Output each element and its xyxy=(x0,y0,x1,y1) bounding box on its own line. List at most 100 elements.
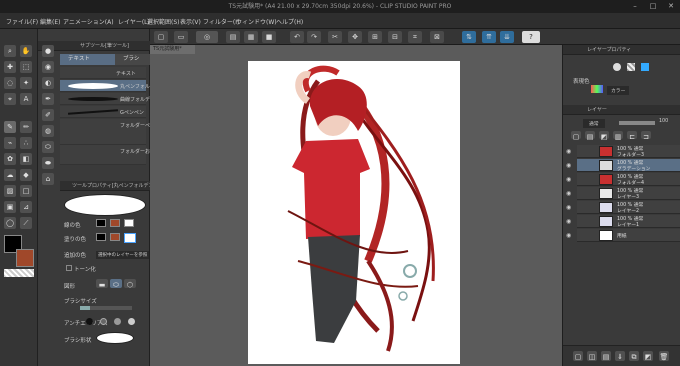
blend-icon[interactable]: ☁ xyxy=(4,169,16,181)
opacity-value[interactable]: 100 xyxy=(659,119,668,124)
layer-row[interactable]: ◉ 用紙 xyxy=(566,229,680,242)
crop-icon[interactable]: ⌗ xyxy=(408,31,422,43)
antialias-strong-icon[interactable] xyxy=(128,318,135,325)
visibility-eye-icon[interactable]: ◉ xyxy=(566,176,571,183)
layer-row[interactable]: ◉ 100 % 通常 フォルダー4 xyxy=(566,173,680,186)
menu-edit[interactable]: 編集(E) xyxy=(40,17,60,26)
fill-color-swatch[interactable] xyxy=(96,233,106,241)
menu-layer[interactable]: レイヤー(L) xyxy=(118,17,150,26)
timeline-icon[interactable]: ⇅ xyxy=(462,31,476,43)
shape-ellipse-icon[interactable]: ⬭ xyxy=(110,279,122,289)
lasso-icon[interactable]: ◌ xyxy=(4,77,16,89)
open-icon[interactable]: ▭ xyxy=(174,31,188,43)
layer-row[interactable]: ◉ 100 % 通常 レイヤー1 xyxy=(566,215,680,228)
brush-item-curve[interactable]: 曲線フォルデン xyxy=(60,93,155,105)
brush-size-slider[interactable] xyxy=(80,306,132,310)
sub-color-swatch[interactable] xyxy=(16,249,34,267)
tab-text[interactable]: テキスト xyxy=(60,54,115,65)
minimize-button[interactable]: – xyxy=(626,0,644,13)
deselect-icon[interactable]: ✂ xyxy=(328,31,342,43)
brush-shape-preview[interactable] xyxy=(96,332,134,344)
duplicate-icon[interactable]: ⧉ xyxy=(629,351,639,361)
fill-icon[interactable]: ◆ xyxy=(20,169,32,181)
new-raster-layer-icon[interactable]: ▢ xyxy=(573,351,583,361)
download-icon[interactable]: ⇊ xyxy=(500,31,514,43)
pen-tool-icon[interactable]: ✎ xyxy=(4,121,16,133)
layer-color-icon[interactable] xyxy=(641,63,649,71)
balloon-icon[interactable]: ◯ xyxy=(4,217,16,229)
figure-icon[interactable]: □ xyxy=(20,185,32,197)
decoration-icon[interactable]: ✿ xyxy=(4,153,16,165)
tone-effect-icon[interactable] xyxy=(627,63,635,71)
tone-checkbox[interactable] xyxy=(66,265,72,271)
brush-item-round[interactable]: 丸ペンフォルデン xyxy=(60,80,160,92)
antialias-mid-icon[interactable] xyxy=(114,318,121,325)
invert-icon[interactable]: ✥ xyxy=(348,31,362,43)
correct-line-icon[interactable]: ⟋ xyxy=(20,217,32,229)
clip-icon[interactable]: ⊏ xyxy=(627,131,637,141)
trash-icon[interactable]: 🗑 xyxy=(659,351,669,361)
tone-icon[interactable]: ⊠ xyxy=(430,31,444,43)
new-layer-icon[interactable]: ▢ xyxy=(571,131,581,141)
lock-icon[interactable]: ▥ xyxy=(613,131,623,141)
move-tool-icon[interactable]: ✚ xyxy=(4,61,16,73)
reference-icon[interactable]: ⊐ xyxy=(641,131,651,141)
auto-select-icon[interactable]: ✦ xyxy=(20,77,32,89)
canvas-page[interactable] xyxy=(248,61,460,364)
fill-bg-color-swatch[interactable] xyxy=(124,233,136,243)
sub-brush-icon-c[interactable]: ✒ xyxy=(42,93,54,105)
visibility-eye-icon[interactable]: ◉ xyxy=(566,148,571,155)
clear-icon[interactable]: ■ xyxy=(262,31,276,43)
frame-icon[interactable]: ▣ xyxy=(4,201,16,213)
undo-icon[interactable]: ↶ xyxy=(290,31,304,43)
transform-icon[interactable]: ▦ xyxy=(244,31,258,43)
opacity-slider[interactable] xyxy=(619,121,655,125)
visibility-eye-icon[interactable]: ◉ xyxy=(566,204,571,211)
layer-row[interactable]: ◉ 100 % 通常 レイヤー3 xyxy=(566,187,680,200)
blend-mode-select[interactable]: 通常 xyxy=(583,119,605,128)
redo-icon[interactable]: ↷ xyxy=(307,31,321,43)
line-bg-color-swatch[interactable] xyxy=(124,219,134,227)
upload-icon[interactable]: ⇈ xyxy=(482,31,496,43)
cloud-icon[interactable]: ◎ xyxy=(196,31,218,43)
folder-icon[interactable]: ▤ xyxy=(601,351,611,361)
canvas-area[interactable]: TS元試験用* xyxy=(150,45,562,366)
new-file-icon[interactable]: ▢ xyxy=(154,31,168,43)
brush-item-folder2[interactable]: フォルダーおしゅう xyxy=(60,145,165,165)
line-color-swatch[interactable] xyxy=(96,219,106,227)
new-folder-icon[interactable]: ▤ xyxy=(585,131,595,141)
menu-view[interactable]: 表示(V) xyxy=(180,17,201,26)
sub-brush-icon-a[interactable]: ◉ xyxy=(42,61,54,73)
eyedropper-icon[interactable]: ⌖ xyxy=(4,93,16,105)
brush-preview-icon[interactable]: ● xyxy=(42,45,54,57)
save-icon[interactable]: ▤ xyxy=(226,31,240,43)
menu-help[interactable]: ヘルプ(H) xyxy=(276,17,303,26)
menu-animation[interactable]: アニメーション(A) xyxy=(63,17,114,26)
brush-item-folder[interactable]: フォルダーペン xyxy=(60,119,155,145)
text-tool-icon[interactable]: A xyxy=(20,93,32,105)
shape-line-icon[interactable]: ▬ xyxy=(96,279,108,289)
transparent-color-swatch[interactable] xyxy=(4,269,34,277)
ruler-tool-icon[interactable]: ⊿ xyxy=(20,201,32,213)
shape-polygon-icon[interactable]: ⬡ xyxy=(124,279,136,289)
help-icon[interactable]: ? xyxy=(522,31,540,43)
expression-color-select[interactable]: カラー xyxy=(607,86,630,95)
eraser-icon[interactable]: ◧ xyxy=(20,153,32,165)
antialias-none-icon[interactable] xyxy=(86,318,93,325)
sub-brush-icon-d[interactable]: ✐ xyxy=(42,109,54,121)
layer-mode-select[interactable]: 選択中のレイヤーを参照 xyxy=(96,251,150,259)
fill-sub-color-swatch[interactable] xyxy=(110,233,120,241)
new-vector-layer-icon[interactable]: ◫ xyxy=(587,351,597,361)
hand-tool-icon[interactable]: ✋ xyxy=(20,45,32,57)
mask-icon[interactable]: ◩ xyxy=(599,131,609,141)
layer-row[interactable]: ◉ 100 % 通常 グラデーション xyxy=(566,159,680,172)
menu-filter[interactable]: フィルター(I) xyxy=(203,17,239,26)
visibility-eye-icon[interactable]: ◉ xyxy=(566,232,571,239)
antialias-weak-icon[interactable] xyxy=(100,318,107,325)
grid-icon[interactable]: ⊞ xyxy=(368,31,382,43)
mask-add-icon[interactable]: ◩ xyxy=(643,351,653,361)
visibility-eye-icon[interactable]: ◉ xyxy=(566,190,571,197)
maximize-button[interactable]: □ xyxy=(644,0,662,13)
sub-brush-icon-e[interactable]: ◍ xyxy=(42,125,54,137)
sub-brush-icon-f[interactable]: ⬭ xyxy=(42,141,54,153)
